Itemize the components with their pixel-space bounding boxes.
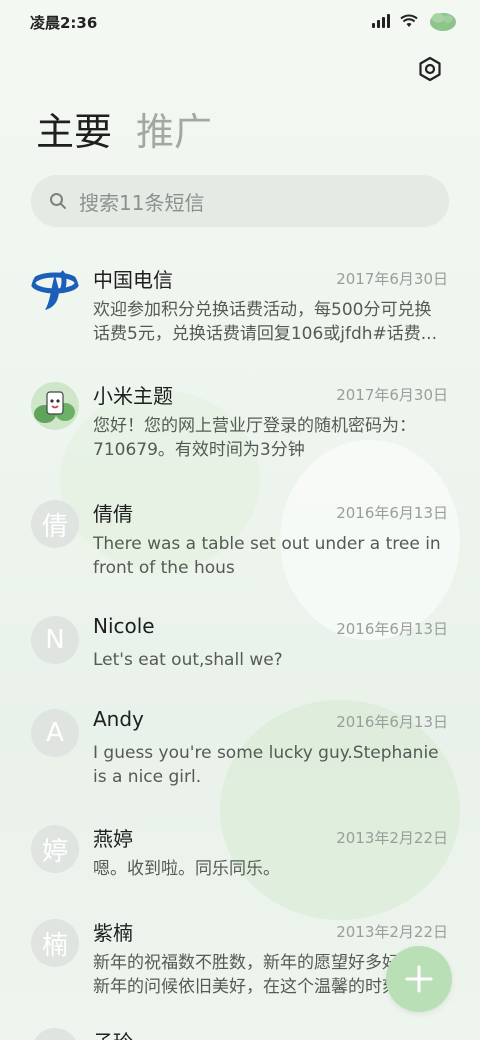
message-date: 2016年6月13日: [336, 504, 448, 522]
conversation-item[interactable]: A Andy 2016年6月13日 I guess you're some lu…: [0, 707, 480, 807]
conversation-item[interactable]: N Nicole 2016年6月13日 Let's eat out,shall …: [0, 614, 480, 694]
compose-icon: [405, 965, 433, 993]
message-date: 2013年2月22日: [336, 923, 448, 941]
avatar: A: [31, 709, 79, 757]
message-date: 2013年2月22日: [336, 829, 448, 847]
avatar: N: [31, 616, 79, 664]
message-date: 2016年6月13日: [336, 713, 448, 731]
contact-name: 中国电信: [93, 268, 173, 292]
contact-name: 燕婷: [93, 827, 133, 851]
tab-bar: 主要 推广: [36, 108, 212, 156]
search-icon: [50, 193, 66, 209]
avatar: 倩: [31, 500, 79, 548]
wifi-icon: [400, 14, 418, 27]
avatar: 玲: [31, 1028, 79, 1040]
status-time: 凌晨2:36: [30, 14, 98, 32]
message-snippet: There was a table set out under a tree i…: [93, 534, 441, 578]
avatar: 婷: [31, 825, 79, 873]
search-bar[interactable]: 搜索11条短信: [31, 175, 449, 227]
china-telecom-logo-icon: [31, 270, 79, 310]
contact-name: 小米主题: [93, 384, 173, 408]
compose-button[interactable]: [386, 946, 452, 1012]
conversation-item[interactable]: 中国电信 2017年6月30日 欢迎参加积分兑换话费活动，每500分可兑换话费5…: [0, 264, 480, 364]
avatar: [31, 382, 79, 430]
search-placeholder: 搜索11条短信: [79, 190, 205, 215]
conversation-item[interactable]: 倩 倩倩 2016年6月13日 There was a table set ou…: [0, 498, 480, 598]
settings-icon[interactable]: [416, 55, 444, 83]
conversation-item[interactable]: 婷 燕婷 2013年2月22日 嗯。收到啦。同乐同乐。: [0, 823, 480, 903]
contact-name: 紫楠: [93, 921, 133, 945]
tab-promotions[interactable]: 推广: [136, 108, 212, 156]
contact-name: Nicole: [93, 614, 155, 638]
tab-main[interactable]: 主要: [36, 108, 112, 156]
message-snippet: I guess you're some lucky guy.Stephanie …: [93, 743, 439, 787]
contact-name: 子玲: [93, 1026, 133, 1040]
conversation-item[interactable]: 小米主题 2017年6月30日 您好！您的网上营业厅登录的随机密码为：71067…: [0, 380, 480, 480]
battery-icon: [430, 13, 456, 31]
xiaomi-theme-logo-icon: [31, 382, 79, 430]
signal-icon: [372, 14, 390, 28]
message-snippet: 欢迎参加积分兑换话费活动，每500分可兑换话费5元，兑换话费请回复106或jfd…: [93, 300, 437, 344]
message-snippet: Let's eat out,shall we?: [93, 650, 283, 670]
message-date: 2017年6月30日: [336, 386, 448, 404]
message-snippet: 您好！您的网上营业厅登录的随机密码为：710679。有效时间为3分钟: [93, 416, 416, 460]
status-bar: 凌晨2:36: [0, 0, 480, 42]
conversation-item[interactable]: 玲 子玲: [0, 1026, 480, 1040]
status-icons: [372, 10, 458, 32]
avatar: [31, 266, 79, 314]
message-date: 2016年6月13日: [336, 620, 448, 638]
message-date: 2017年6月30日: [336, 270, 448, 288]
contact-name: 倩倩: [93, 502, 133, 526]
avatar: 楠: [31, 919, 79, 967]
contact-name: Andy: [93, 707, 144, 731]
message-snippet: 嗯。收到啦。同乐同乐。: [93, 859, 280, 879]
